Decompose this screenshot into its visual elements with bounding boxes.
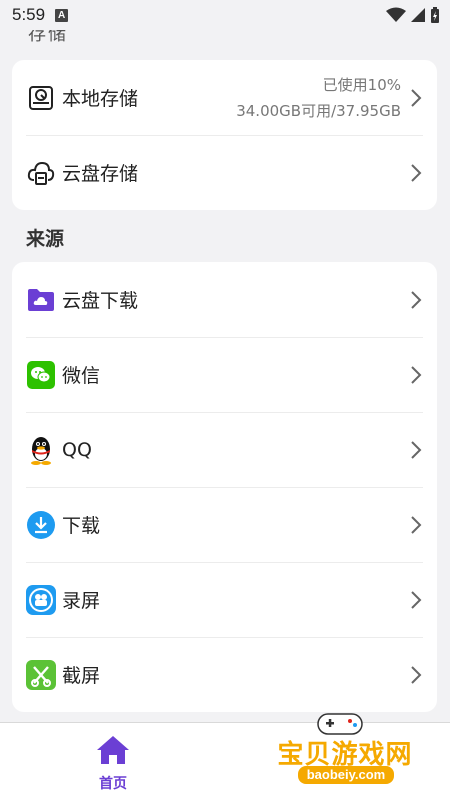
- source-item-label: QQ: [62, 438, 92, 461]
- source-item-label: 下载: [62, 515, 101, 537]
- cloud-download-folder-icon: [26, 285, 56, 315]
- screenshot-icon: [26, 659, 56, 690]
- cloud-storage-icon: [26, 158, 56, 188]
- cloud-storage-label: 云盘存储: [62, 163, 139, 185]
- source-item-label: 录屏: [62, 590, 101, 612]
- hard-drive-icon: [26, 83, 56, 113]
- storage-capacity: 34.00GB可用/37.95GB: [236, 101, 401, 120]
- home-icon: [97, 736, 129, 764]
- chevron-right-icon: [411, 590, 422, 609]
- status-icons: [386, 6, 440, 24]
- storage-card: 本地存储 已使用10% 34.00GB可用/37.95GB 云盘存储: [12, 60, 437, 210]
- source-item-label: 截屏: [62, 665, 101, 687]
- chevron-right-icon: [411, 515, 422, 534]
- chevron-right-icon: [411, 163, 422, 182]
- chevron-right-icon: [411, 88, 422, 107]
- source-section-title: 来源: [26, 228, 65, 250]
- storage-usage: 已使用10%: [322, 75, 401, 94]
- cloud-storage-row[interactable]: 云盘存储: [12, 135, 437, 210]
- local-storage-label: 本地存储: [62, 88, 139, 110]
- status-time: 5:59: [12, 5, 46, 24]
- battery-icon: [431, 6, 439, 23]
- storage-meta: 已使用10% 34.00GB可用/37.95GB: [236, 72, 401, 124]
- source-item-label: 云盘下载: [62, 290, 139, 312]
- source-item-cloud-download[interactable]: 云盘下载: [12, 262, 437, 337]
- wifi-icon: [386, 7, 406, 22]
- watermark: 宝贝游戏网 baobeiy.com: [270, 708, 430, 800]
- source-card: 云盘下载 微信 QQ 下载 录屏 截屏: [12, 262, 437, 712]
- nav-home[interactable]: 首页: [92, 735, 134, 793]
- local-storage-row[interactable]: 本地存储 已使用10% 34.00GB可用/37.95GB: [12, 60, 437, 135]
- notification-badge: A: [55, 8, 69, 22]
- chevron-right-icon: [411, 365, 422, 384]
- qq-icon: [26, 435, 56, 465]
- nav-home-label: 首页: [99, 776, 127, 792]
- download-icon: [26, 510, 56, 540]
- cut-off-section-title: 存储: [28, 30, 68, 44]
- source-item-download[interactable]: 下载: [12, 487, 437, 562]
- source-item-wechat[interactable]: 微信: [12, 337, 437, 412]
- source-item-qq[interactable]: QQ: [12, 412, 437, 487]
- wechat-icon: [26, 360, 56, 390]
- chevron-right-icon: [411, 440, 422, 459]
- screen-record-icon: [26, 584, 56, 615]
- signal-icon: [411, 8, 425, 22]
- source-item-screenshot[interactable]: 截屏: [12, 637, 437, 712]
- status-bar: 5:59 A: [0, 0, 450, 30]
- watermark-url: baobeiy.com: [298, 766, 394, 784]
- source-item-screen-record[interactable]: 录屏: [12, 562, 437, 637]
- chevron-right-icon: [411, 290, 422, 309]
- chevron-right-icon: [411, 665, 422, 684]
- source-item-label: 微信: [62, 365, 101, 387]
